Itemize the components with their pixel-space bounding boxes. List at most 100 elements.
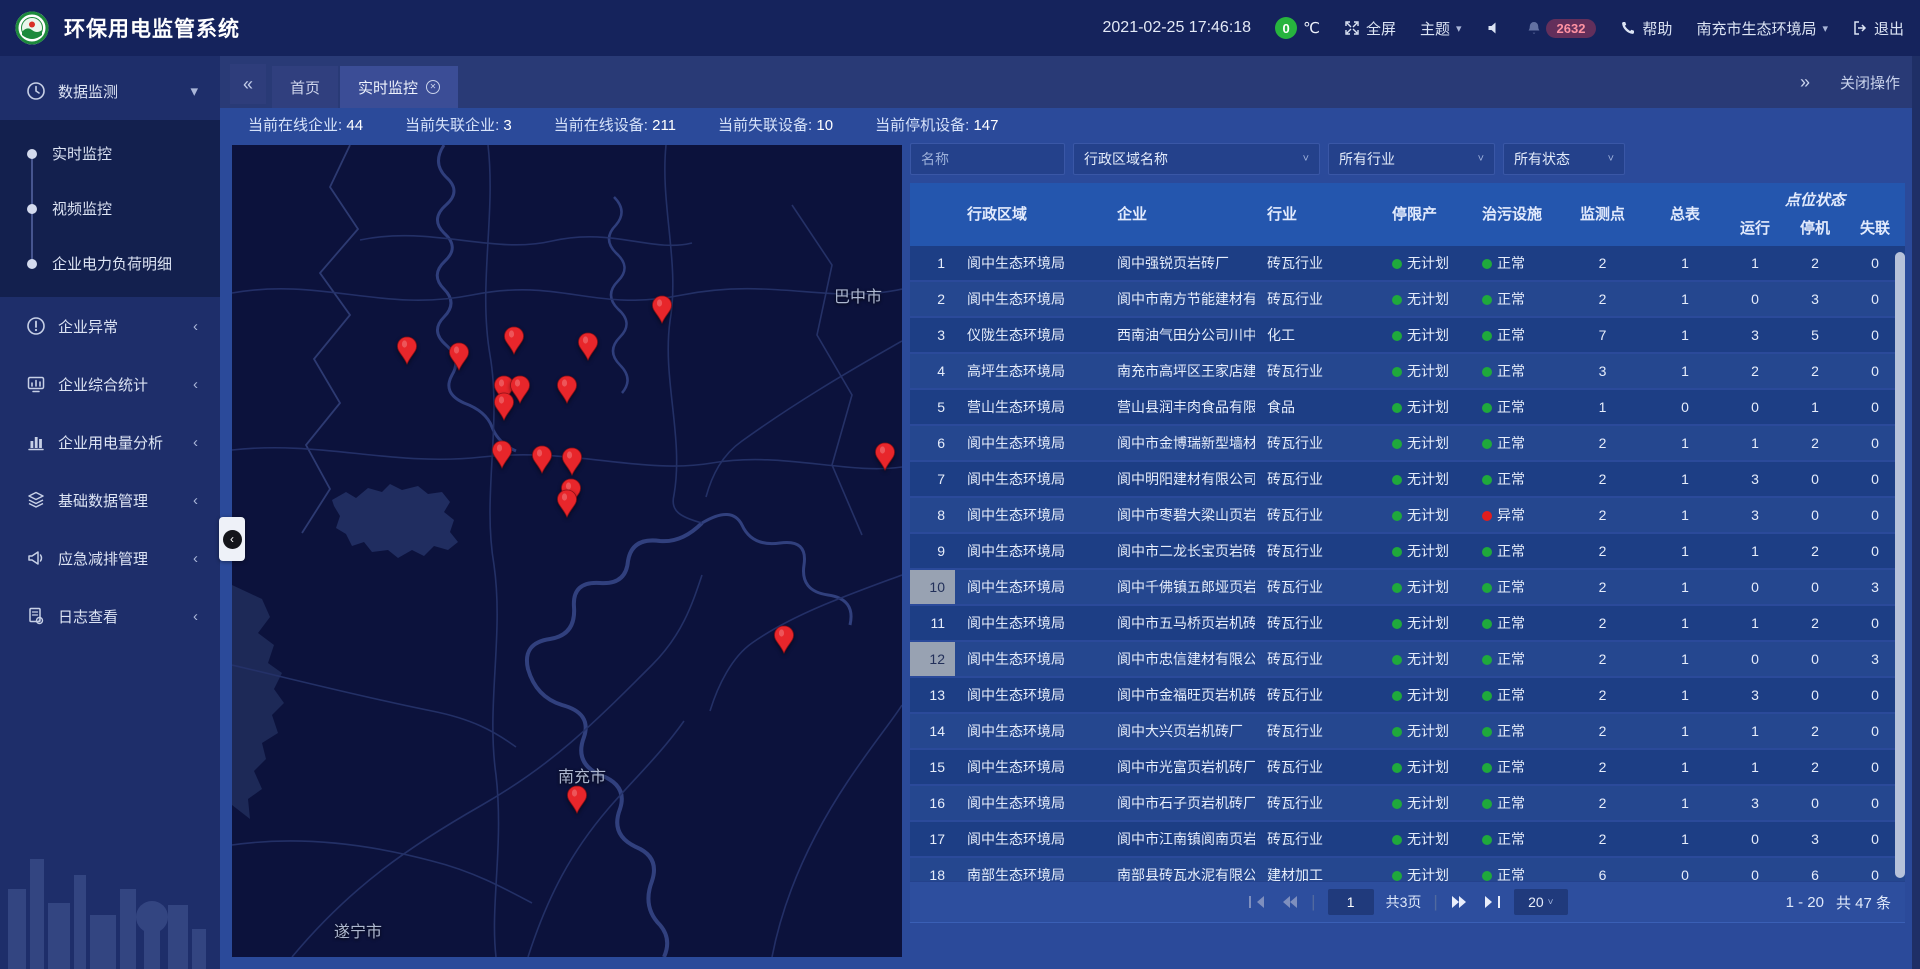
sidebar-item-企业电力负荷明细[interactable]: 企业电力负荷明细 [0, 236, 220, 291]
tabs-scroll-left-button[interactable]: « [230, 64, 266, 104]
table-scrollbar[interactable] [1895, 252, 1905, 878]
row-index-cell: 2 [910, 282, 955, 316]
clock-icon [26, 81, 46, 101]
table-row[interactable]: 9阆中生态环境局阆中市二龙长宝页岩砖砖瓦行业无计划正常21120 [910, 534, 1905, 568]
sidebar-collapse-handle[interactable]: ‹ [219, 517, 245, 561]
sidebar-item-视频监控[interactable]: 视频监控 [0, 181, 220, 236]
sidebar-item-实时监控[interactable]: 实时监控 [0, 126, 220, 181]
status-text: 正常 [1497, 723, 1525, 739]
map-marker-icon[interactable] [577, 332, 599, 362]
user-menu[interactable]: 南充市生态环境局 ▾ [1696, 18, 1828, 39]
help-button[interactable]: 帮助 [1620, 18, 1672, 39]
next-page-button[interactable] [1450, 894, 1470, 910]
close-operations-button[interactable]: 关闭操作 [1840, 72, 1900, 93]
table-row[interactable]: 10阆中生态环境局阆中千佛镇五郎垭页岩砖瓦行业无计划正常21003 [910, 570, 1905, 604]
map-marker-icon[interactable] [773, 625, 795, 655]
cell-stop: 0 [1785, 642, 1845, 676]
cell-run: 3 [1725, 462, 1785, 496]
table-row[interactable]: 2阆中生态环境局阆中市南方节能建材有砖瓦行业无计划正常21030 [910, 282, 1905, 316]
cell-facility: 正常 [1470, 390, 1560, 424]
table-row[interactable]: 8阆中生态环境局阆中市枣碧大梁山页岩砖瓦行业无计划异常21300 [910, 498, 1905, 532]
sidebar-group-数据监测[interactable]: 数据监测▾ [0, 62, 220, 120]
cell-industry: 化工 [1255, 318, 1380, 352]
app-header: 环保用电监管系统 2021-02-25 17:46:18 0 ℃ 全屏 主题 ▾… [0, 0, 1920, 56]
status-dot-green-icon [1482, 475, 1492, 485]
stat-当前在线企业: 当前在线企业: 44 [248, 114, 363, 135]
map-marker-icon[interactable] [874, 442, 896, 472]
theme-dropdown[interactable]: 主题 ▾ [1420, 18, 1462, 39]
notification-button[interactable]: 2632 [1526, 19, 1597, 38]
map-marker-icon[interactable] [448, 342, 470, 372]
notification-count-badge: 2632 [1546, 19, 1597, 38]
table-row[interactable]: 11阆中生态环境局阆中市五马桥页岩机砖砖瓦行业无计划正常21120 [910, 606, 1905, 640]
speaker-button[interactable] [1486, 20, 1502, 36]
table-row[interactable]: 5营山生态环境局营山县润丰肉食品有限食品无计划正常10010 [910, 390, 1905, 424]
page-scrollbar-track[interactable] [1912, 56, 1920, 969]
map-marker-icon[interactable] [493, 392, 515, 422]
status-dot-green-icon [1392, 259, 1402, 269]
table-row[interactable]: 16阆中生态环境局阆中市石子页岩机砖厂砖瓦行业无计划正常21300 [910, 786, 1905, 820]
page-size-value: 20 [1528, 894, 1544, 910]
table-row[interactable]: 15阆中生态环境局阆中市光富页岩机砖厂砖瓦行业无计划正常21120 [910, 750, 1905, 784]
status-dot-green-icon [1392, 331, 1402, 341]
table-row[interactable]: 6阆中生态环境局阆中市金博瑞新型墙材砖瓦行业无计划正常21120 [910, 426, 1905, 460]
sidebar-group-应急减排管理[interactable]: 应急减排管理‹ [0, 529, 220, 587]
page-size-select[interactable]: 20 ˅ [1514, 889, 1568, 915]
map[interactable]: 巴中市南充市遂宁市 [232, 145, 902, 957]
stat-value: 211 [652, 117, 676, 134]
logout-button[interactable]: 退出 [1852, 18, 1904, 39]
map-marker-icon[interactable] [566, 785, 588, 815]
table-row[interactable]: 3仪陇生态环境局西南油气田分公司川中化工无计划正常71350 [910, 318, 1905, 352]
map-marker-icon[interactable] [396, 336, 418, 366]
industry-select[interactable]: 所有行业 ˅ [1328, 143, 1495, 175]
map-marker-icon[interactable] [491, 440, 513, 470]
status-dot-green-icon [1392, 475, 1402, 485]
map-marker-icon[interactable] [556, 489, 578, 519]
status-text: 正常 [1497, 399, 1525, 415]
fullscreen-button[interactable]: 全屏 [1344, 18, 1396, 39]
table-row[interactable]: 12阆中生态环境局阆中市忠信建材有限公砖瓦行业无计划正常21003 [910, 642, 1905, 676]
tab-首页[interactable]: 首页 [272, 66, 338, 108]
name-filter-input[interactable] [910, 143, 1065, 175]
cell-run: 1 [1725, 426, 1785, 460]
table-row[interactable]: 13阆中生态环境局阆中市金福旺页岩机砖砖瓦行业无计划正常21300 [910, 678, 1905, 712]
map-marker-icon[interactable] [561, 447, 583, 477]
map-marker-icon[interactable] [531, 445, 553, 475]
cell-stop: 2 [1785, 426, 1845, 460]
table-row[interactable]: 7阆中生态环境局阆中明阳建材有限公司砖瓦行业无计划正常21300 [910, 462, 1905, 496]
sidebar-group-企业异常[interactable]: 企业异常‹ [0, 297, 220, 355]
status-text: 正常 [1497, 831, 1525, 847]
status-select[interactable]: 所有状态 ˅ [1503, 143, 1625, 175]
table-row[interactable]: 17阆中生态环境局阆中市江南镇阆南页岩砖瓦行业无计划正常21030 [910, 822, 1905, 856]
status-dot-green-icon [1392, 295, 1402, 305]
chevron-down-icon: ˅ [1303, 153, 1309, 165]
table-row[interactable]: 4高坪生态环境局南充市高坪区王家店建砖瓦行业无计划正常31220 [910, 354, 1905, 388]
table-row[interactable]: 18南部生态环境局南部县砖瓦水泥有限公建材加工无计划正常60060 [910, 858, 1905, 881]
tab-close-icon[interactable]: ✕ [426, 80, 440, 94]
last-page-button[interactable] [1482, 894, 1502, 910]
region-select[interactable]: 行政区域名称 ˅ [1073, 143, 1320, 175]
cell-run: 2 [1725, 354, 1785, 388]
cell-meter: 1 [1645, 426, 1725, 460]
sidebar-group-日志查看[interactable]: 日志查看‹ [0, 587, 220, 645]
page-number-input[interactable] [1328, 889, 1374, 915]
map-marker-icon[interactable] [651, 295, 673, 325]
status-dot-green-icon [1482, 691, 1492, 701]
fullscreen-icon [1344, 20, 1360, 36]
tabs-scroll-right-button[interactable]: » [1800, 72, 1810, 93]
total-pages-label: 共3页 [1386, 892, 1422, 912]
pagination-bar: | 共3页 | 20 ˅ 1 - 20 共 47 条 [910, 881, 1905, 923]
table-row[interactable]: 1阆中生态环境局阆中强锐页岩砖厂砖瓦行业无计划正常21120 [910, 246, 1905, 280]
prev-page-button[interactable] [1279, 894, 1299, 910]
map-marker-icon[interactable] [503, 326, 525, 356]
sidebar-group-企业用电量分析[interactable]: 企业用电量分析‹ [0, 413, 220, 471]
sidebar-group-基础数据管理[interactable]: 基础数据管理‹ [0, 471, 220, 529]
tab-实时监控[interactable]: 实时监控✕ [340, 66, 458, 108]
cell-stop: 2 [1785, 534, 1845, 568]
table-row[interactable]: 14阆中生态环境局阆中大兴页岩机砖厂砖瓦行业无计划正常21120 [910, 714, 1905, 748]
map-marker-icon[interactable] [556, 375, 578, 405]
first-page-button[interactable] [1247, 894, 1267, 910]
status-text: 正常 [1497, 255, 1525, 271]
sidebar-group-企业综合统计[interactable]: 企业综合统计‹ [0, 355, 220, 413]
stat-label: 当前失联企业 [405, 117, 495, 134]
